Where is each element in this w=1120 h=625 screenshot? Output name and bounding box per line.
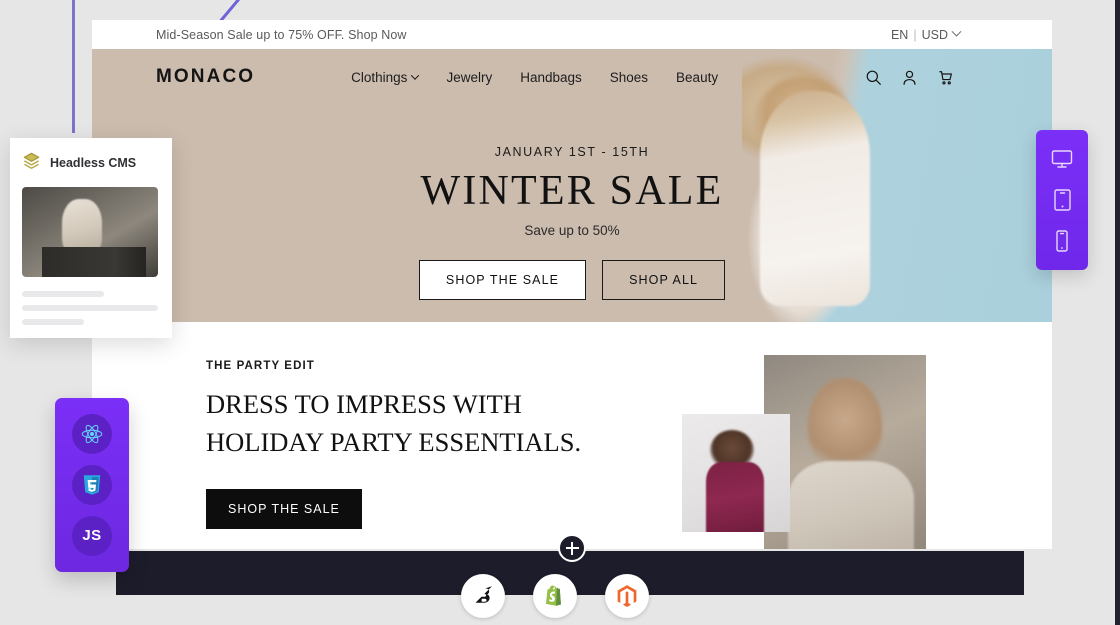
locale-selector[interactable]: EN | USD <box>890 26 962 42</box>
announcement-bar: Mid-Season Sale up to 75% OFF. Shop Now … <box>92 20 1052 49</box>
nav-item-handbags[interactable]: Handbags <box>520 70 582 85</box>
page-right-edge <box>1115 0 1120 625</box>
hero-cta-group: SHOP THE SALE SHOP ALL <box>92 260 1052 300</box>
tablet-icon[interactable] <box>1052 188 1073 212</box>
locale-divider: | <box>913 27 917 42</box>
desktop-icon[interactable] <box>1050 147 1074 171</box>
platform-icon-group <box>461 574 649 618</box>
layers-icon <box>22 151 41 175</box>
language-label: EN <box>890 27 909 42</box>
headless-cms-card: Headless CMS <box>10 138 172 338</box>
currency-label: USD <box>921 27 948 42</box>
site-header: MONACO Clothings Jewelry Handbags Shoes … <box>92 49 1052 105</box>
skeleton-line <box>22 291 104 297</box>
skeleton-line <box>22 319 84 325</box>
editorial-image-small <box>682 414 790 532</box>
chevron-down-icon <box>951 26 962 37</box>
cms-card-title: Headless CMS <box>50 156 137 170</box>
hero-section: MONACO Clothings Jewelry Handbags Shoes … <box>92 49 1052 322</box>
nav-label: Clothings <box>351 69 408 85</box>
search-icon[interactable] <box>865 69 882 86</box>
cart-icon[interactable] <box>937 69 954 86</box>
tech-stack-rail: JS <box>55 398 129 572</box>
hero-kicker: JANUARY 1ST - 15TH <box>494 145 650 159</box>
javascript-icon[interactable]: JS <box>72 515 112 556</box>
cms-card-image <box>22 187 158 277</box>
editorial-headline: DRESS TO IMPRESS WITH HOLIDAY PARTY ESSE… <box>206 389 582 457</box>
magento-icon[interactable] <box>605 574 649 618</box>
announcement-text[interactable]: Mid-Season Sale up to 75% OFF. Shop Now <box>156 28 407 42</box>
hero-content: JANUARY 1ST - 15TH WINTER SALE Save up t… <box>92 105 1052 300</box>
js-label: JS <box>82 527 102 545</box>
nav-label: Handbags <box>520 69 582 85</box>
hero-title: WINTER SALE <box>420 168 724 214</box>
hero-subtitle: Save up to 50% <box>524 223 620 238</box>
mobile-icon[interactable] <box>1054 229 1070 253</box>
cms-card-header: Headless CMS <box>22 151 160 175</box>
editorial-shop-button[interactable]: SHOP THE SALE <box>206 489 362 530</box>
bigcommerce-icon[interactable] <box>461 574 505 618</box>
device-preview-rail <box>1036 130 1088 270</box>
add-platform-button[interactable] <box>558 534 586 562</box>
platform-bar <box>116 534 1024 618</box>
cms-skeleton-lines <box>22 291 160 325</box>
account-icon[interactable] <box>901 69 918 86</box>
editorial-section: THE PARTY EDIT DRESS TO IMPRESS WITH HOL… <box>92 322 1052 549</box>
nav-label: Jewelry <box>446 69 493 85</box>
storefront-canvas: Mid-Season Sale up to 75% OFF. Shop Now … <box>92 20 1052 549</box>
css3-icon[interactable] <box>72 464 112 505</box>
skeleton-line <box>22 305 158 311</box>
site-logo[interactable]: MONACO <box>156 66 255 88</box>
nav-item-clothings[interactable]: Clothings <box>351 69 420 85</box>
nav-item-jewelry[interactable]: Jewelry <box>446 70 492 85</box>
nav-label: Beauty <box>676 69 719 85</box>
nav-label: Shoes <box>609 69 649 85</box>
header-actions <box>865 69 954 86</box>
vertical-guide-line <box>72 0 75 133</box>
shop-all-button[interactable]: SHOP ALL <box>602 260 726 300</box>
shop-the-sale-button[interactable]: SHOP THE SALE <box>418 260 587 300</box>
nav-item-beauty[interactable]: Beauty <box>676 70 718 85</box>
nav-item-shoes[interactable]: Shoes <box>610 70 648 85</box>
chevron-down-icon <box>411 71 420 80</box>
main-navigation: Clothings Jewelry Handbags Shoes Beauty <box>351 70 718 85</box>
shopify-icon[interactable] <box>533 574 577 618</box>
react-icon[interactable] <box>72 414 112 455</box>
